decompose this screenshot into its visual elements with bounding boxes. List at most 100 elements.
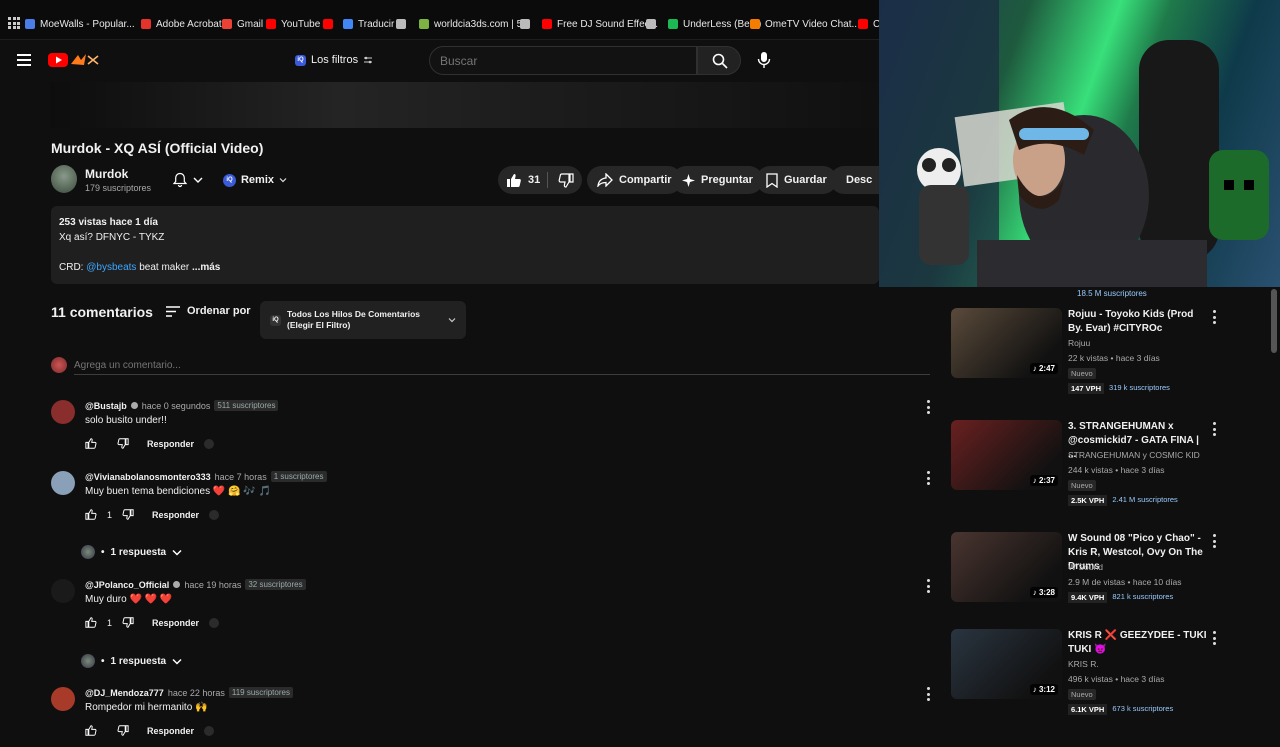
comment-time[interactable]: hace 7 horas [215, 472, 267, 482]
recommended-video[interactable]: ♪ 2:47 Rojuu - Toyoko Kids (Prod By. Eva… [951, 308, 1251, 400]
search-input[interactable] [429, 46, 697, 75]
video-menu-icon[interactable] [1213, 631, 1217, 645]
apps-grid-icon[interactable] [8, 17, 20, 29]
bookmark-item[interactable] [323, 16, 333, 32]
save-button[interactable]: Guardar [756, 166, 837, 194]
filters-button[interactable]: iQ Los filtros [295, 50, 373, 70]
description-credits: CRD: @bysbeats beat maker ...más [59, 260, 871, 275]
vph-badge: 147 VPH [1068, 383, 1105, 394]
bookmark-item[interactable]: Free DJ Sound Effec... [542, 16, 658, 32]
bookmark-item[interactable]: UnderLess (Beta) [668, 16, 761, 32]
comment-menu-icon[interactable] [927, 471, 931, 485]
bookmark-item[interactable]: worldcia3ds.com | 5... [419, 16, 531, 32]
bookmark-item[interactable]: Traducir [343, 16, 394, 32]
iq-reply-icon[interactable] [209, 509, 220, 520]
comment-menu-icon[interactable] [927, 687, 931, 701]
duration-value: 2:47 [1038, 364, 1055, 373]
scrollbar[interactable] [1271, 289, 1277, 353]
thumbs-down-icon[interactable] [117, 725, 129, 736]
notifications-button[interactable] [165, 167, 211, 193]
sort-button[interactable]: Ordenar por [166, 305, 251, 317]
bookmark-item[interactable]: YouTube [266, 16, 320, 32]
video-thumbnail[interactable]: ♪ 3:28 [951, 532, 1062, 602]
video-player[interactable] [50, 82, 879, 128]
share-button[interactable]: Compartir [587, 166, 682, 194]
comment-menu-icon[interactable] [927, 579, 931, 593]
recommended-video[interactable]: ♪ 2:37 3. STRANGEHUMAN x @cosmickid7 - G… [951, 420, 1251, 512]
ask-button[interactable]: Preguntar [672, 166, 763, 194]
channel-avatar[interactable] [51, 165, 77, 193]
like-button[interactable]: 31 [506, 166, 540, 194]
thumbs-up-icon[interactable] [85, 509, 97, 520]
iq-reply-icon[interactable] [204, 725, 215, 736]
reply-button[interactable]: Responder [152, 618, 199, 628]
iq-reply-icon[interactable] [204, 438, 215, 449]
video-channel[interactable]: STRANGEHUMAN y COSMIC KID [1068, 450, 1200, 460]
comment-time[interactable]: hace 0 segundos [142, 401, 211, 411]
comment-author[interactable]: @Bustajb [85, 401, 127, 411]
voice-search-button[interactable] [751, 47, 777, 73]
bookmark-item[interactable] [520, 16, 530, 32]
commenter-subs-badge: 511 suscriptores [214, 400, 279, 411]
favicon-icon [25, 19, 35, 29]
chevron-down-icon [193, 177, 203, 183]
video-menu-icon[interactable] [1213, 422, 1217, 436]
comment-author[interactable]: @Vivianabolanosmontero333 [85, 472, 211, 482]
video-title[interactable]: Rojuu - Toyoko Kids (Prod By. Evar) #CIT… [1068, 308, 1208, 336]
download-button[interactable]: Desc [830, 166, 879, 194]
description-box[interactable]: 253 vistas hace 1 día Xq así? DFNYC - TY… [51, 206, 879, 284]
bookmark-item[interactable]: MoeWalls - Popular... [25, 16, 135, 32]
comment-author[interactable]: @DJ_Mendoza777 [85, 688, 164, 698]
view-replies-button[interactable]: • 1 respuesta [81, 545, 182, 559]
thumbs-down-icon[interactable] [117, 438, 129, 449]
video-thumbnail[interactable]: ♪ 3:12 [951, 629, 1062, 699]
view-replies-button[interactable]: • 1 respuesta [81, 654, 182, 668]
thumbs-down-icon[interactable] [122, 509, 134, 520]
bookmark-item[interactable]: OmeTV Video Chat... [750, 16, 860, 32]
comment-time[interactable]: hace 22 horas [168, 688, 225, 698]
bookmark-item[interactable] [646, 16, 656, 32]
recommended-video[interactable]: ♪ 3:12 KRIS R ❌ GEEZYDEE - TUKI TUKI 👿 K… [951, 629, 1251, 721]
iq-reply-icon[interactable] [209, 617, 220, 628]
show-more-link[interactable]: ...más [192, 262, 220, 273]
video-channel[interactable]: Rojuu [1068, 338, 1090, 348]
commenter-avatar[interactable] [51, 471, 75, 495]
credits-link[interactable]: @bysbeats [86, 262, 136, 273]
video-channel[interactable]: KRIS R. [1068, 659, 1099, 669]
comment-thread-filter-dropdown[interactable]: iQ Todos Los Hilos De Comentarios (Elegi… [260, 301, 466, 339]
video-title[interactable]: KRIS R ❌ GEEZYDEE - TUKI TUKI 👿 [1068, 629, 1208, 657]
commenter-avatar[interactable] [51, 687, 75, 711]
commenter-avatar[interactable] [51, 400, 75, 424]
thumbs-up-icon[interactable] [85, 438, 97, 449]
reply-button[interactable]: Responder [147, 439, 194, 449]
recommended-video[interactable]: ♪ 3:28 W Sound 08 "Pico y Chao" - Kris R… [951, 532, 1251, 624]
thumbs-down-icon[interactable] [122, 617, 134, 628]
channel-name[interactable]: Murdok [85, 167, 128, 181]
dislike-button[interactable] [558, 166, 574, 194]
reply-button[interactable]: Responder [152, 510, 199, 520]
comment-menu-icon[interactable] [927, 400, 931, 414]
video-menu-icon[interactable] [1213, 310, 1217, 324]
bookmark-item[interactable]: Adobe Acrobat [141, 16, 222, 32]
commenter-avatar[interactable] [51, 579, 75, 603]
comment-time[interactable]: hace 19 horas [184, 580, 241, 590]
thumbs-up-icon[interactable] [85, 725, 97, 736]
video-thumbnail[interactable]: ♪ 2:47 [951, 308, 1062, 378]
bookmark-item[interactable]: Gmail [222, 16, 263, 32]
bookmark-item[interactable] [396, 16, 406, 32]
video-thumbnail[interactable]: ♪ 2:37 [951, 420, 1062, 490]
search-button[interactable] [697, 46, 741, 75]
video-channel[interactable]: W Sound [1068, 562, 1103, 572]
credits-suffix: beat maker [136, 262, 190, 273]
remix-button[interactable]: iQ Remix [220, 167, 290, 193]
comment-header: @JPolanco_Official hace 19 horas 32 susc… [85, 579, 306, 590]
reply-button[interactable]: Responder [147, 726, 194, 736]
add-comment-input[interactable] [74, 357, 930, 375]
share-icon [597, 173, 613, 187]
youtube-logo[interactable] [48, 52, 108, 68]
channel-subs: 2.41 M suscriptores [1112, 495, 1178, 504]
comment-author[interactable]: @JPolanco_Official [85, 580, 169, 590]
video-menu-icon[interactable] [1213, 534, 1217, 548]
menu-icon[interactable] [17, 54, 31, 66]
thumbs-up-icon[interactable] [85, 617, 97, 628]
